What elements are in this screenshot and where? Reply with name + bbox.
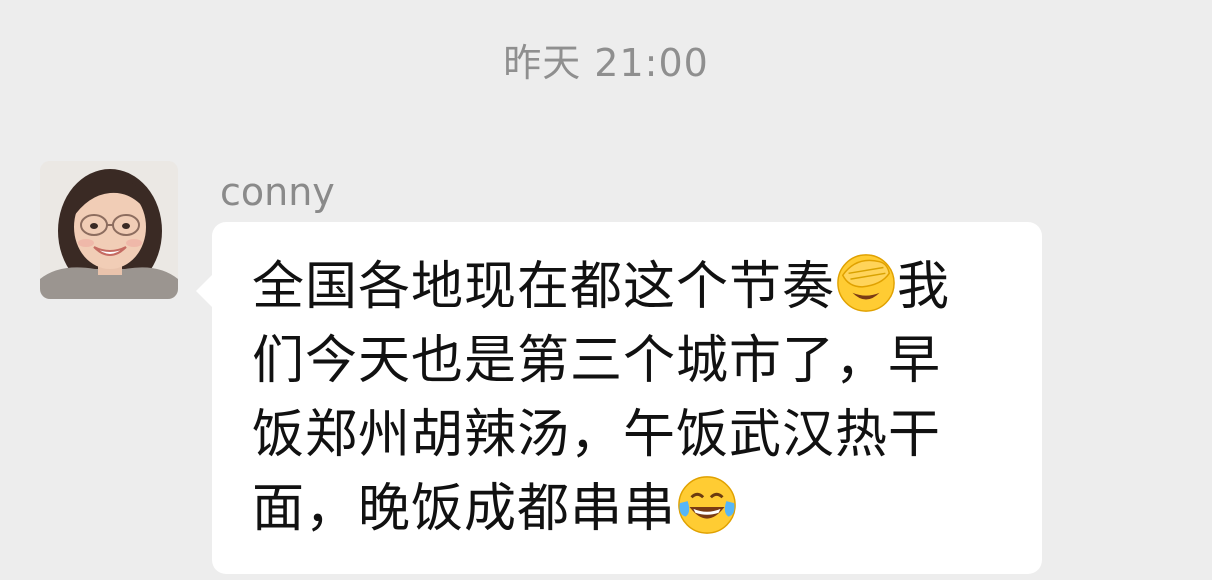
message-line-1: 全国各地现在都这个节奏 [252,257,836,317]
message-line-4: 饭郑州胡辣汤，午饭武汉热干 [252,405,942,465]
message-bubble[interactable]: 全国各地现在都这个节奏 我们今天也是第三个城市了，早 饭郑州胡辣汤，午饭武汉热干 面，… [196,222,1042,574]
message-line-5: 面，晚饭成都串串 [252,479,677,539]
message-line-3: 们今天也是第三个城市了，早 [252,331,942,391]
avatar-portrait [40,161,178,299]
message-line-2: 我 [897,257,951,317]
tears-of-joy-emoji-icon [678,476,736,534]
message-timestamp: 昨天 21:00 [503,41,709,85]
avatar[interactable] [40,161,178,299]
bubble-tail [196,274,213,308]
sender-name: conny [220,170,335,214]
facepalm-emoji-icon [837,254,895,312]
message-text: 全国各地现在都这个节奏 我们今天也是第三个城市了，早 饭郑州胡辣汤，午饭武汉热干 面，… [252,250,1012,546]
